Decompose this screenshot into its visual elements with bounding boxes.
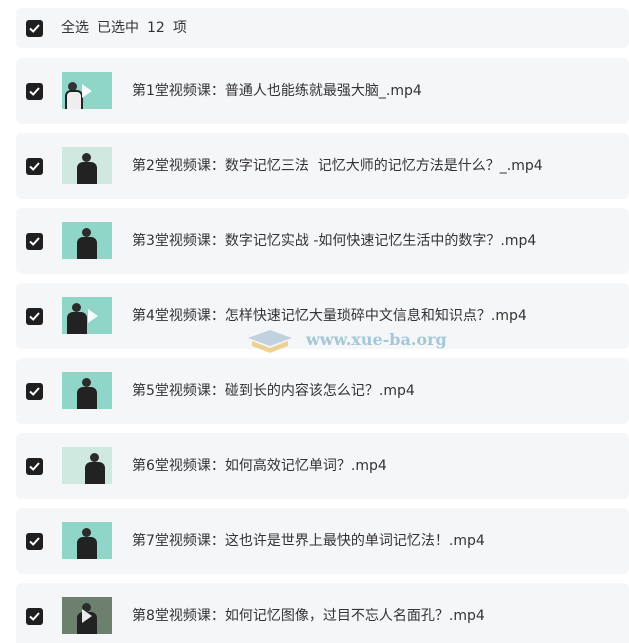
item-checkbox[interactable]: [26, 608, 43, 625]
item-checkbox[interactable]: [26, 383, 43, 400]
list-item[interactable]: 第2堂视频课：数字记忆三法 记忆大师的记忆方法是什么？_.mp4: [16, 133, 629, 199]
selected-label: 已选中: [97, 20, 139, 36]
checkmark-icon: [29, 162, 40, 171]
file-name[interactable]: 第3堂视频课：数字记忆实战 -如何快速记忆生活中的数字？.mp4: [132, 232, 536, 250]
list-item[interactable]: 第7堂视频课：这也许是世界上最快的单词记忆法！.mp4: [16, 508, 629, 574]
checkmark-icon: [29, 312, 40, 321]
video-thumbnail: [62, 597, 112, 634]
list-item[interactable]: 第8堂视频课：如何记忆图像，过目不忘人名面孔？.mp4: [16, 583, 629, 643]
item-checkbox[interactable]: [26, 308, 43, 325]
list-item[interactable]: 第6堂视频课：如何高效记忆单词？.mp4: [16, 433, 629, 499]
video-thumbnail: [62, 72, 112, 109]
play-icon: [82, 609, 92, 623]
select-all-bar: 全选 已选中 12 项: [16, 8, 629, 48]
list-item[interactable]: 第1堂视频课：普通人也能练就最强大脑_.mp4: [16, 58, 629, 124]
file-list-page: 全选 已选中 12 项 第1堂视频课：普通人也能练就最强大脑_.mp4 第2堂视频课：…: [0, 0, 629, 643]
checkmark-icon: [29, 87, 40, 96]
selected-count: 12: [147, 20, 165, 36]
play-icon: [82, 84, 92, 98]
video-thumbnail: [62, 447, 112, 484]
checkmark-icon: [29, 237, 40, 246]
item-checkbox[interactable]: [26, 458, 43, 475]
file-name[interactable]: 第1堂视频课：普通人也能练就最强大脑_.mp4: [132, 82, 422, 100]
item-checkbox[interactable]: [26, 83, 43, 100]
file-name[interactable]: 第4堂视频课：怎样快速记忆大量琐碎中文信息和知识点？.mp4: [132, 307, 527, 325]
video-thumbnail: [62, 372, 112, 409]
checkmark-icon: [29, 387, 40, 396]
list-item[interactable]: 第3堂视频课：数字记忆实战 -如何快速记忆生活中的数字？.mp4: [16, 208, 629, 274]
list-item[interactable]: 第4堂视频课：怎样快速记忆大量琐碎中文信息和知识点？.mp4: [16, 283, 629, 349]
item-checkbox[interactable]: [26, 158, 43, 175]
file-name[interactable]: 第6堂视频课：如何高效记忆单词？.mp4: [132, 457, 387, 475]
checkmark-icon: [29, 612, 40, 621]
checkmark-icon: [29, 537, 40, 546]
video-thumbnail: [62, 147, 112, 184]
checkmark-icon: [29, 462, 40, 471]
item-checkbox[interactable]: [26, 233, 43, 250]
list-item[interactable]: 第5堂视频课：碰到长的内容该怎么记？.mp4: [16, 358, 629, 424]
play-icon: [88, 309, 98, 323]
file-name[interactable]: 第7堂视频课：这也许是世界上最快的单词记忆法！.mp4: [132, 532, 485, 550]
file-name[interactable]: 第5堂视频课：碰到长的内容该怎么记？.mp4: [132, 382, 415, 400]
file-name[interactable]: 第8堂视频课：如何记忆图像，过目不忘人名面孔？.mp4: [132, 607, 485, 625]
select-all-label[interactable]: 全选: [61, 20, 89, 36]
select-all-checkbox[interactable]: [26, 20, 43, 37]
selected-unit: 项: [172, 20, 187, 36]
item-checkbox[interactable]: [26, 533, 43, 550]
video-thumbnail: [62, 222, 112, 259]
selection-summary: 全选 已选中 12 项: [61, 19, 195, 37]
video-thumbnail: [62, 297, 112, 334]
file-name[interactable]: 第2堂视频课：数字记忆三法 记忆大师的记忆方法是什么？_.mp4: [132, 157, 543, 175]
checkmark-icon: [29, 24, 40, 33]
video-thumbnail: [62, 522, 112, 559]
